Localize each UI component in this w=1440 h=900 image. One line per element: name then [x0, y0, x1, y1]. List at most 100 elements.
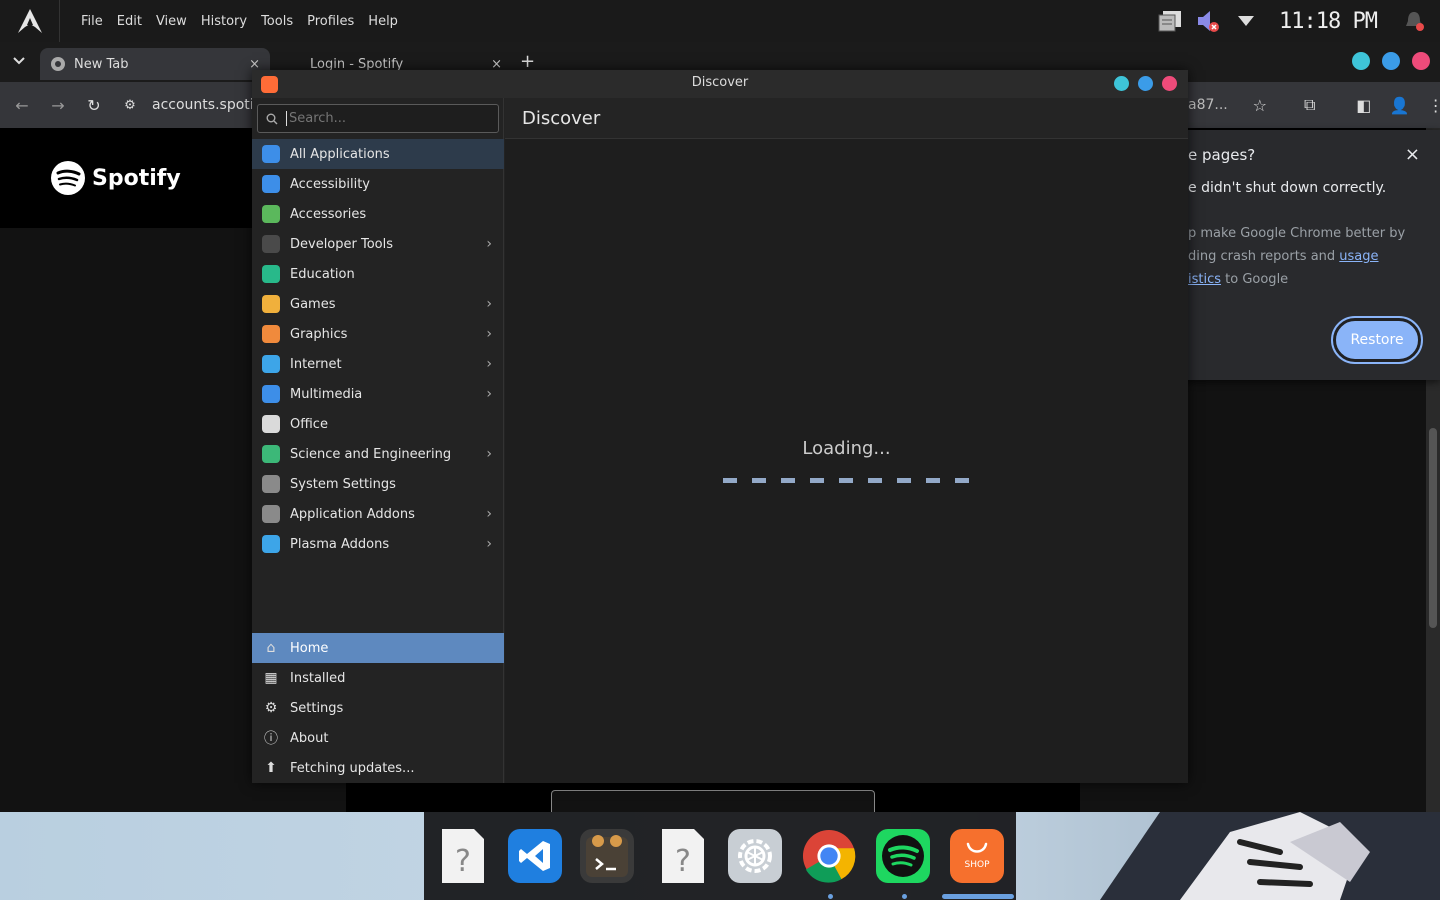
category-label: Graphics	[290, 326, 348, 342]
wallpaper-art-icon	[1100, 812, 1440, 900]
category-plasma-addons[interactable]: Plasma Addons ›	[252, 529, 504, 559]
dock-unknown-app-1[interactable]: ?	[436, 829, 490, 883]
svg-text:?: ?	[455, 844, 471, 879]
settings-icon: ⚙	[264, 700, 278, 716]
menu-profiles[interactable]: Profiles	[300, 14, 361, 29]
volume-muted-icon[interactable]	[1192, 5, 1224, 37]
chrome-icon	[802, 829, 856, 883]
system-tray: 11:18 PM	[1151, 0, 1440, 42]
arch-logo-icon[interactable]	[0, 0, 60, 42]
category-accessibility[interactable]: Accessibility	[252, 169, 504, 199]
category-internet[interactable]: Internet ›	[252, 349, 504, 379]
nav-home[interactable]: ⌂ Home	[252, 633, 504, 663]
dock-spotify[interactable]	[876, 829, 930, 883]
menu-file[interactable]: File	[74, 14, 110, 29]
search-box[interactable]	[257, 104, 499, 133]
profile-icon[interactable]: 👤	[1390, 96, 1410, 115]
category-label: Accessories	[290, 206, 367, 222]
tab-search-chevron-icon[interactable]	[8, 50, 30, 72]
nav-installed[interactable]: ▦ Installed	[252, 663, 504, 693]
info-icon: ⓘ	[264, 731, 278, 747]
category-all-applications[interactable]: All Applications	[252, 139, 504, 169]
progress-segment	[810, 478, 824, 483]
dialog-help-text: p make Google Chrome better by ding cras…	[1188, 222, 1428, 291]
spotify-icon	[882, 835, 924, 877]
menu-view[interactable]: View	[149, 14, 194, 29]
notification-bell-icon[interactable]	[1398, 5, 1430, 37]
category-office[interactable]: Office	[252, 409, 504, 439]
usage-link[interactable]: usage	[1339, 249, 1378, 264]
progress-segment	[752, 478, 766, 483]
shop-label: SHOP	[964, 860, 990, 870]
discover-titlebar[interactable]: Discover	[252, 70, 1188, 98]
site-settings-icon[interactable]: ⚙	[112, 98, 148, 113]
menu-tools[interactable]: Tools	[254, 14, 300, 29]
page-header: Discover	[505, 98, 1188, 139]
dock-shop[interactable]: SHOP	[950, 829, 1004, 883]
back-icon[interactable]: ←	[4, 96, 40, 115]
nav-label: Installed	[290, 670, 346, 686]
category-icon	[262, 295, 280, 313]
dock-system-settings[interactable]	[728, 829, 782, 883]
dialog-close-icon[interactable]: ×	[1405, 144, 1420, 165]
category-label: Developer Tools	[290, 236, 394, 252]
category-games[interactable]: Games ›	[252, 289, 504, 319]
search-icon	[266, 113, 278, 124]
extensions-icon[interactable]: ⧉	[1300, 95, 1320, 115]
category-icon	[262, 265, 280, 283]
menu-help[interactable]: Help	[361, 14, 405, 29]
category-system-settings[interactable]: System Settings	[252, 469, 504, 499]
category-multimedia[interactable]: Multimedia ›	[252, 379, 504, 409]
close-button[interactable]	[1162, 76, 1177, 91]
category-icon	[262, 505, 280, 523]
scrollbar-thumb[interactable]	[1429, 428, 1437, 628]
update-icon: ⬆	[265, 760, 277, 776]
spotify-icon	[51, 161, 85, 195]
category-science-and-engineering[interactable]: Science and Engineering ›	[252, 439, 504, 469]
nav-about[interactable]: ⓘ About	[252, 723, 504, 753]
running-indicator	[902, 894, 907, 899]
menu-edit[interactable]: Edit	[110, 14, 149, 29]
minimize-button[interactable]	[1114, 76, 1129, 91]
category-graphics[interactable]: Graphics ›	[252, 319, 504, 349]
category-accessories[interactable]: Accessories	[252, 199, 504, 229]
close-button[interactable]	[1412, 52, 1430, 70]
home-icon: ⌂	[266, 640, 276, 656]
search-input[interactable]	[286, 111, 486, 126]
side-panel-icon[interactable]: ◧	[1354, 96, 1374, 115]
minimize-button[interactable]	[1352, 52, 1370, 70]
category-label: Accessibility	[290, 176, 370, 192]
restore-button[interactable]: Restore	[1331, 316, 1423, 364]
reload-icon[interactable]: ↻	[76, 96, 112, 115]
nav-settings[interactable]: ⚙ Settings	[252, 693, 504, 723]
tray-expand-icon[interactable]	[1230, 5, 1262, 37]
bookmark-star-icon[interactable]: ☆	[1250, 96, 1270, 115]
chrome-menu-icon[interactable]: ⋮	[1426, 96, 1440, 115]
maximize-button[interactable]	[1138, 76, 1153, 91]
category-application-addons[interactable]: Application Addons ›	[252, 499, 504, 529]
spotify-logo[interactable]: Spotify	[50, 160, 181, 196]
dock-chrome[interactable]	[802, 829, 856, 883]
tab-new-tab[interactable]: New Tab ×	[40, 48, 270, 80]
dock-terminal[interactable]	[580, 829, 634, 883]
menu-history[interactable]: History	[194, 14, 254, 29]
dialog-title: e pages?	[1188, 146, 1256, 164]
category-developer-tools[interactable]: Developer Tools ›	[252, 229, 504, 259]
category-label: Office	[290, 416, 328, 432]
url-tail: a87...	[1188, 97, 1228, 113]
forward-icon[interactable]: →	[40, 96, 76, 115]
clipboard-icon[interactable]	[1154, 5, 1186, 37]
new-tab-button[interactable]: +	[520, 51, 535, 72]
statistics-link[interactable]: istics	[1188, 272, 1221, 287]
maximize-button[interactable]	[1382, 52, 1400, 70]
dock-vscode[interactable]	[508, 829, 562, 883]
category-label: Education	[290, 266, 355, 282]
nav-fetching-updates[interactable]: ⬆ Fetching updates...	[252, 753, 504, 783]
terminal-icon	[586, 835, 628, 877]
dock-unknown-app-2[interactable]: ?	[656, 829, 710, 883]
clock[interactable]: 11:18 PM	[1279, 9, 1378, 34]
dock: ? ? SHOP	[424, 812, 1016, 900]
url-text[interactable]: accounts.spoti	[152, 97, 254, 113]
category-education[interactable]: Education	[252, 259, 504, 289]
category-icon	[262, 235, 280, 253]
